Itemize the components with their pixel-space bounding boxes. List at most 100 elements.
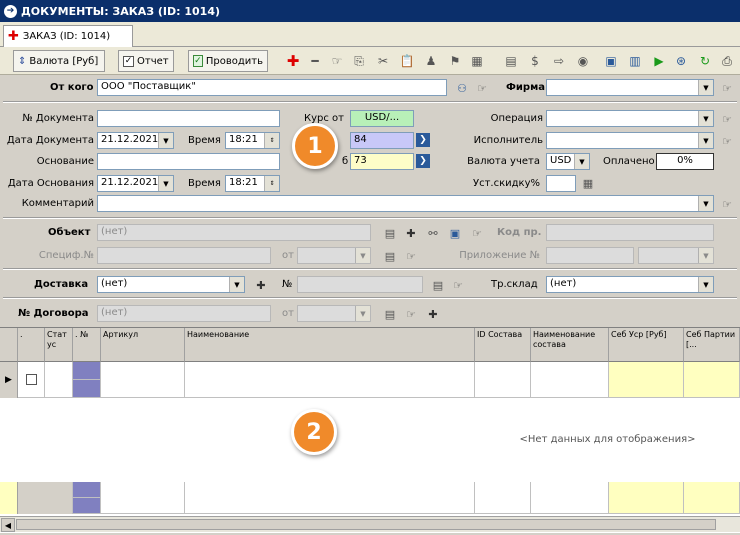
currency-button[interactable]: ⇕ Валюта [Руб] — [13, 50, 105, 72]
contract-from-label: от — [282, 308, 294, 319]
operation-pointer-icon[interactable]: ☞ — [719, 111, 735, 127]
table-row-number-cell[interactable] — [73, 362, 101, 380]
calculator-icon[interactable]: ▦ — [580, 175, 596, 191]
find-contact-icon[interactable]: ⚇ — [454, 80, 470, 96]
table-row-cost-cell[interactable] — [609, 362, 684, 398]
printer-icon[interactable]: ⎙ — [718, 52, 736, 70]
executor-pointer-icon[interactable]: ☞ — [719, 133, 735, 149]
comment-select[interactable]: ▼ — [97, 195, 714, 212]
basis-time-spinner[interactable]: 18:21 ⇕ — [225, 175, 280, 192]
rate-1-arrow-button[interactable]: ❯ — [416, 133, 430, 147]
basis-input[interactable] — [97, 153, 280, 170]
grid-header-composition-id[interactable]: ID Состава — [475, 328, 531, 362]
stamp-icon[interactable]: ♟ — [422, 52, 440, 70]
from-input[interactable]: ООО "Поставщик" — [97, 79, 447, 96]
table-row-batch-cost-cell[interactable] — [684, 362, 740, 398]
table-row-composition-name-cell[interactable] — [531, 362, 609, 398]
rate-input-1[interactable]: 84 — [350, 132, 414, 149]
spinner-arrows-icon: ⇕ — [264, 176, 279, 191]
contract-label: № Договора — [18, 308, 89, 319]
operation-select[interactable]: ▼ — [546, 110, 714, 127]
post-button-label: Проводить — [205, 55, 263, 67]
export-icon[interactable]: ⇨ — [550, 52, 568, 70]
currency-acc-select[interactable]: USD ▼ — [546, 153, 590, 170]
remove-row-icon[interactable]: ━ — [306, 52, 324, 70]
tab-order[interactable]: ✚ ЗАКАЗ (ID: 1014) — [3, 25, 133, 47]
spinner-arrows-icon: ⇕ — [264, 133, 279, 148]
tag-icon[interactable]: ⚑ — [446, 52, 464, 70]
divider-highlight — [3, 218, 737, 219]
scroll-left-icon[interactable]: ◀ — [1, 518, 15, 532]
window-menu-icon[interactable]: ➔ — [4, 4, 17, 18]
grid-empty-message: <Нет данных для отображения> — [519, 434, 696, 445]
play-icon[interactable]: ▶ — [650, 52, 668, 70]
refresh-icon[interactable]: ↻ — [696, 52, 714, 70]
add-row-icon[interactable]: ✚ — [284, 52, 302, 70]
chevron-down-icon: ▼ — [574, 154, 589, 169]
paid-value: 0% — [677, 155, 693, 166]
navigate-icon[interactable]: ⊛ — [672, 52, 690, 70]
report-toggle-label: Отчет — [137, 55, 169, 67]
barcode-icon[interactable]: ▦ — [468, 52, 486, 70]
copy-icon[interactable]: ⎘ — [350, 52, 368, 70]
docs-icon[interactable]: ▣ — [602, 52, 620, 70]
table-row-name-cell[interactable] — [185, 362, 475, 398]
firm-select[interactable]: ▼ — [546, 79, 714, 96]
table-row-checkbox[interactable] — [18, 362, 45, 398]
object-add-icon[interactable]: ✚ — [403, 225, 419, 241]
from-value: ООО "Поставщик" — [101, 81, 196, 92]
table-row-composition-id-cell[interactable] — [475, 362, 531, 398]
grid-header-dot[interactable]: . — [18, 328, 45, 362]
post-button[interactable]: ✓ Проводить — [188, 50, 268, 72]
contract-add-icon[interactable]: ✚ — [425, 306, 441, 322]
summary-number-cell — [73, 482, 101, 498]
callout-badge-1: 1 — [292, 123, 338, 169]
grid-header-name[interactable]: Наименование — [185, 328, 475, 362]
doc-no-input[interactable] — [97, 110, 280, 127]
dollar-doc-icon[interactable]: $ — [526, 52, 544, 70]
object-field: (нет) — [97, 224, 371, 241]
grid-header-article[interactable]: Артикул — [101, 328, 185, 362]
table-row-article-cell[interactable] — [101, 362, 185, 398]
rate-value-2: 73 — [354, 155, 367, 166]
scrollbar-thumb[interactable] — [16, 519, 716, 530]
table-row-status-cell[interactable] — [45, 362, 73, 398]
warehouse-select[interactable]: (нет) ▼ — [546, 276, 714, 293]
toolbar: ⇕ Валюта [Руб] ✓ Отчет ✓ Проводить ✚ ━ ☞… — [0, 47, 740, 75]
from-pointer-icon[interactable]: ☞ — [474, 80, 490, 96]
summary-composition-id-cell — [475, 482, 531, 514]
globe-doc-icon[interactable]: ◉ — [574, 52, 592, 70]
grid-header-cost[interactable]: Себ Уср [Руб] — [609, 328, 684, 362]
currency-acc-label: Валюта учета — [467, 156, 540, 167]
firm-pointer-icon[interactable]: ☞ — [719, 80, 735, 96]
rate-from-field[interactable]: USD/... — [350, 110, 414, 127]
horizontal-scrollbar[interactable]: ◀ — [0, 516, 740, 532]
delivery-select[interactable]: (нет) ▼ — [97, 276, 245, 293]
delivery-label: Доставка — [34, 279, 89, 290]
object-value: (нет) — [101, 226, 128, 237]
basis-date-picker[interactable]: 21.12.2021 ▼ — [97, 175, 174, 192]
window-title-bar: ➔ ДОКУМЕНТЫ: ЗАКАЗ (ID: 1014) — [0, 0, 740, 22]
comment-pointer-icon[interactable]: ☞ — [719, 196, 735, 212]
cut-icon[interactable]: ✂ — [374, 52, 392, 70]
report-toggle[interactable]: ✓ Отчет — [118, 50, 174, 72]
delivery-no-label: № — [282, 279, 293, 290]
grid-header-status[interactable]: Стат ус — [45, 328, 73, 362]
delivery-add-icon[interactable]: ✚ — [253, 277, 269, 293]
object-view-icon[interactable]: ▣ — [447, 225, 463, 241]
rate-2-arrow-button[interactable]: ❯ — [416, 154, 430, 168]
calc-icon[interactable]: ▤ — [502, 52, 520, 70]
table-row-number-cell[interactable] — [73, 380, 101, 398]
grid-header-composition-name[interactable]: Наименование состава — [531, 328, 609, 362]
grid-header-batch-cost[interactable]: Себ Партии [... — [684, 328, 740, 362]
grid-header-number[interactable]: . № — [73, 328, 101, 362]
doc-date-picker[interactable]: 21.12.2021 ▼ — [97, 132, 174, 149]
doc-time-value: 18:21 — [229, 134, 258, 145]
rate-input-2[interactable]: 73 — [350, 153, 414, 170]
doc-time-spinner[interactable]: 18:21 ⇕ — [225, 132, 280, 149]
executor-select[interactable]: ▼ — [546, 132, 714, 149]
paste-icon[interactable]: 📋 — [398, 52, 416, 70]
discount-input[interactable] — [546, 175, 576, 192]
pointer-icon[interactable]: ☞ — [328, 52, 346, 70]
print-preview-icon[interactable]: ▥ — [626, 52, 644, 70]
